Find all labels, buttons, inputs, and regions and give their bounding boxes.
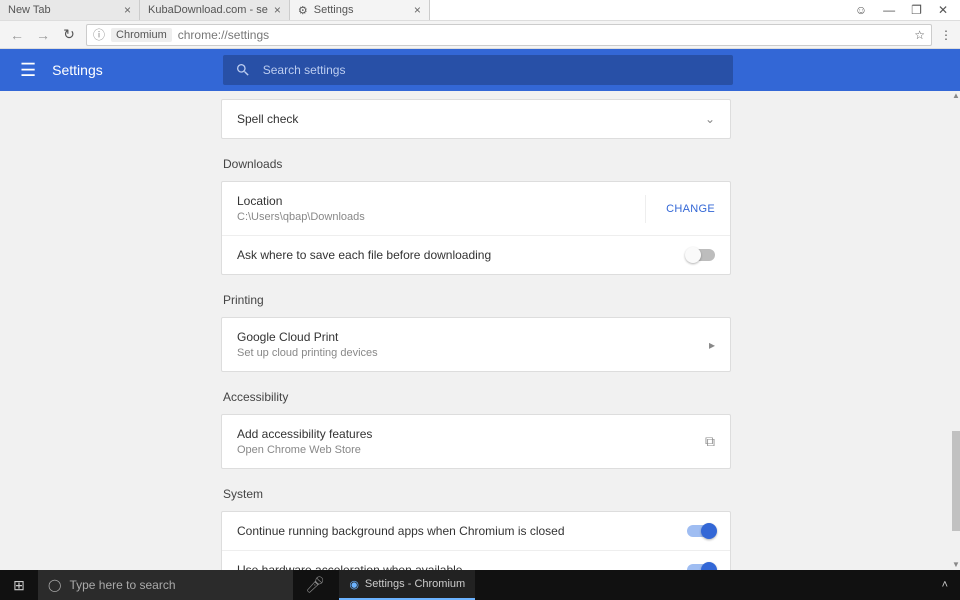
ask-before-download-label: Ask where to save each file before downl… bbox=[237, 248, 491, 262]
printing-card: Google Cloud Print Set up cloud printing… bbox=[221, 317, 731, 372]
scroll-thumb[interactable] bbox=[952, 431, 960, 531]
browser-toolbar: ← → ↻ ⓘ Chromium chrome://settings ☆ ⋮ bbox=[0, 21, 960, 49]
chromium-icon: ◉ bbox=[349, 578, 359, 591]
system-section-title: System bbox=[223, 487, 731, 501]
taskbar-search-input[interactable]: ◯ Type here to search bbox=[38, 570, 293, 600]
search-placeholder: Search settings bbox=[263, 63, 346, 77]
spell-check-card: Spell check ⌄ bbox=[221, 99, 731, 139]
browser-tab-strip: New Tab × KubaDownload.com - se × ⚙ Sett… bbox=[0, 0, 960, 21]
taskbar-item-label: Settings - Chromium bbox=[365, 578, 465, 590]
accessibility-section-title: Accessibility bbox=[223, 390, 731, 404]
settings-content: Spell check ⌄ Downloads Location C:\User… bbox=[0, 91, 952, 570]
scroll-down-arrow[interactable]: ▼ bbox=[952, 560, 960, 570]
system-card: Continue running background apps when Ch… bbox=[221, 511, 731, 570]
tab-settings[interactable]: ⚙ Settings × bbox=[290, 0, 430, 20]
google-cloud-print-row[interactable]: Google Cloud Print Set up cloud printing… bbox=[222, 318, 730, 371]
settings-header: ☰ Settings Search settings bbox=[0, 49, 960, 91]
hamburger-icon[interactable]: ☰ bbox=[20, 60, 36, 81]
ask-before-download-toggle[interactable] bbox=[687, 249, 715, 261]
background-apps-toggle[interactable] bbox=[687, 525, 715, 537]
change-location-button[interactable]: CHANGE bbox=[645, 195, 715, 223]
vertical-scrollbar[interactable]: ▲ ▼ bbox=[952, 91, 960, 570]
chevron-down-icon: ⌄ bbox=[705, 112, 715, 126]
tab-title: New Tab bbox=[8, 4, 51, 16]
downloads-card: Location C:\Users\qbap\Downloads CHANGE … bbox=[221, 181, 731, 275]
account-icon[interactable]: ☺ bbox=[855, 3, 867, 17]
chevron-right-icon: ▸ bbox=[709, 338, 715, 352]
hardware-accel-label: Use hardware acceleration when available bbox=[237, 563, 462, 570]
site-info-icon[interactable]: ⓘ bbox=[93, 26, 105, 43]
tray-expand-icon[interactable]: ˄ bbox=[942, 579, 948, 591]
cloud-print-label: Google Cloud Print bbox=[237, 330, 378, 344]
url-text: chrome://settings bbox=[178, 28, 269, 42]
hardware-accel-row: Use hardware acceleration when available bbox=[222, 551, 730, 570]
windows-taskbar: ⊞ ◯ Type here to search 🎤︎ ◉ Settings - … bbox=[0, 570, 960, 600]
back-icon[interactable]: ← bbox=[8, 27, 26, 43]
search-icon bbox=[235, 62, 251, 78]
tab-strip: New Tab × KubaDownload.com - se × ⚙ Sett… bbox=[0, 0, 843, 20]
system-tray: ˄ bbox=[930, 579, 960, 591]
restore-icon[interactable]: ❐ bbox=[911, 3, 922, 17]
close-icon[interactable]: ✕ bbox=[938, 3, 948, 17]
minimize-icon[interactable]: — bbox=[883, 3, 895, 17]
scroll-up-arrow[interactable]: ▲ bbox=[952, 91, 960, 101]
location-label: Location bbox=[237, 194, 365, 208]
forward-icon[interactable]: → bbox=[34, 27, 52, 43]
ask-before-download-row: Ask where to save each file before downl… bbox=[222, 236, 730, 274]
cloud-print-sub: Set up cloud printing devices bbox=[237, 347, 378, 359]
close-icon[interactable]: × bbox=[274, 3, 281, 17]
browser-menu-icon[interactable]: ⋮ bbox=[940, 28, 952, 42]
tab-kubadownload[interactable]: KubaDownload.com - se × bbox=[140, 0, 290, 20]
external-link-icon: ⧉ bbox=[705, 433, 715, 450]
add-accessibility-label: Add accessibility features bbox=[237, 427, 372, 441]
add-accessibility-row[interactable]: Add accessibility features Open Chrome W… bbox=[222, 415, 730, 468]
location-value: C:\Users\qbap\Downloads bbox=[237, 211, 365, 223]
tab-title: Settings bbox=[314, 4, 354, 16]
start-button[interactable]: ⊞ bbox=[0, 577, 38, 594]
settings-search-input[interactable]: Search settings bbox=[223, 55, 733, 85]
tab-title: KubaDownload.com - se bbox=[148, 4, 268, 16]
window-controls: ☺ — ❐ ✕ bbox=[843, 0, 960, 20]
accessibility-card: Add accessibility features Open Chrome W… bbox=[221, 414, 731, 469]
tab-new-tab[interactable]: New Tab × bbox=[0, 0, 140, 20]
reload-icon[interactable]: ↻ bbox=[60, 26, 78, 43]
url-product-label: Chromium bbox=[111, 28, 172, 42]
background-apps-row: Continue running background apps when Ch… bbox=[222, 512, 730, 551]
downloads-section-title: Downloads bbox=[223, 157, 731, 171]
download-location-row: Location C:\Users\qbap\Downloads CHANGE bbox=[222, 182, 730, 236]
header-title: Settings bbox=[52, 62, 103, 78]
spell-check-label: Spell check bbox=[237, 112, 298, 126]
printing-section-title: Printing bbox=[223, 293, 731, 307]
taskbar-search-placeholder: Type here to search bbox=[69, 578, 175, 592]
background-apps-label: Continue running background apps when Ch… bbox=[237, 524, 565, 538]
gear-icon: ⚙ bbox=[298, 4, 308, 17]
spell-check-row[interactable]: Spell check ⌄ bbox=[222, 100, 730, 138]
address-bar[interactable]: ⓘ Chromium chrome://settings ☆ bbox=[86, 24, 932, 46]
microphone-icon[interactable]: 🎤︎ bbox=[305, 575, 325, 595]
taskbar-item-chromium[interactable]: ◉ Settings - Chromium bbox=[339, 570, 475, 600]
cortana-icon: ◯ bbox=[48, 578, 61, 592]
close-icon[interactable]: × bbox=[124, 3, 131, 17]
add-accessibility-sub: Open Chrome Web Store bbox=[237, 444, 372, 456]
close-icon[interactable]: × bbox=[414, 3, 421, 17]
bookmark-star-icon[interactable]: ☆ bbox=[914, 28, 925, 42]
